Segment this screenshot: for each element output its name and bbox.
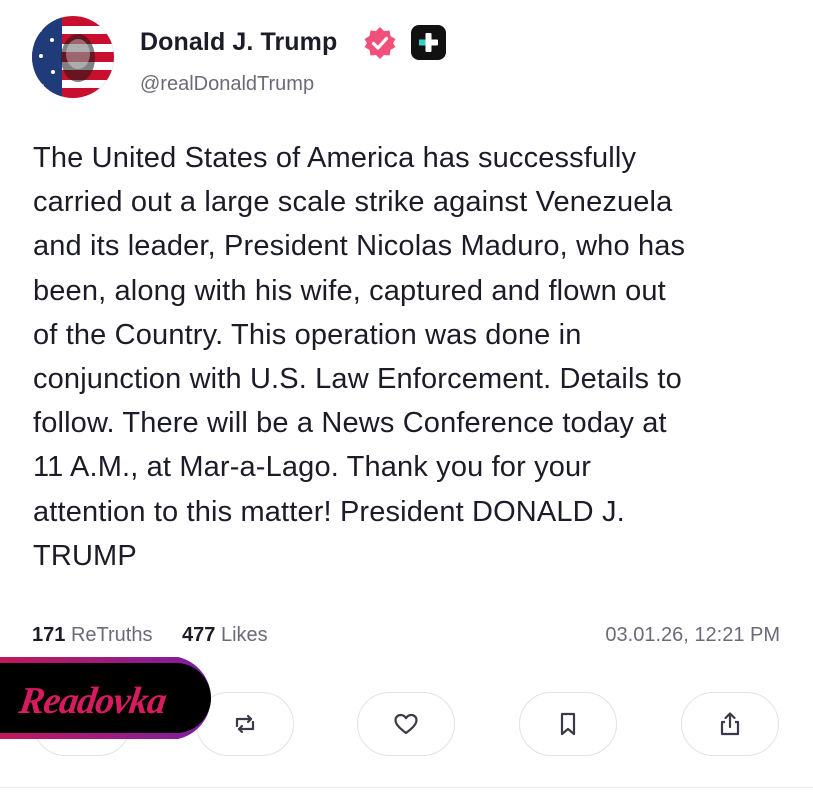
bookmark-button[interactable] [519, 692, 617, 756]
share-button[interactable] [681, 692, 779, 756]
share-icon [720, 712, 740, 736]
readovka-watermark-logo: Readovka [0, 657, 211, 739]
retruths-label: ReTruths [70, 624, 153, 646]
retruths-stat[interactable]: 171 ReTruths [32, 624, 152, 647]
retruth-icon [235, 714, 255, 734]
avatar[interactable] [32, 16, 114, 98]
heart-icon [394, 713, 418, 735]
post-timestamp: 03.01.26, 12:21 PM [605, 624, 780, 646]
svg-text:Readovka: Readovka [16, 680, 170, 722]
flag-portrait-avatar-icon [32, 16, 114, 98]
user-handle[interactable]: @realDonaldTrump [140, 73, 314, 96]
plus-badge-icon [411, 25, 446, 60]
display-name[interactable]: Donald J. Trump [140, 28, 337, 57]
likes-label: Likes [220, 624, 268, 646]
retruths-count: 171 [32, 624, 66, 646]
verified-badge-icon [364, 27, 396, 59]
likes-stat[interactable]: 477 Likes [182, 624, 268, 647]
bookmark-icon [560, 712, 576, 736]
post-text: The United States of America has success… [33, 142, 686, 572]
likes-count: 477 [182, 624, 216, 646]
bottom-divider [0, 787, 813, 788]
post-card: Donald J. Trump @realDonaldTrump The Uni… [0, 0, 813, 800]
like-button[interactable] [357, 692, 455, 756]
post-stats: 171 ReTruths 477 Likes [32, 624, 292, 647]
